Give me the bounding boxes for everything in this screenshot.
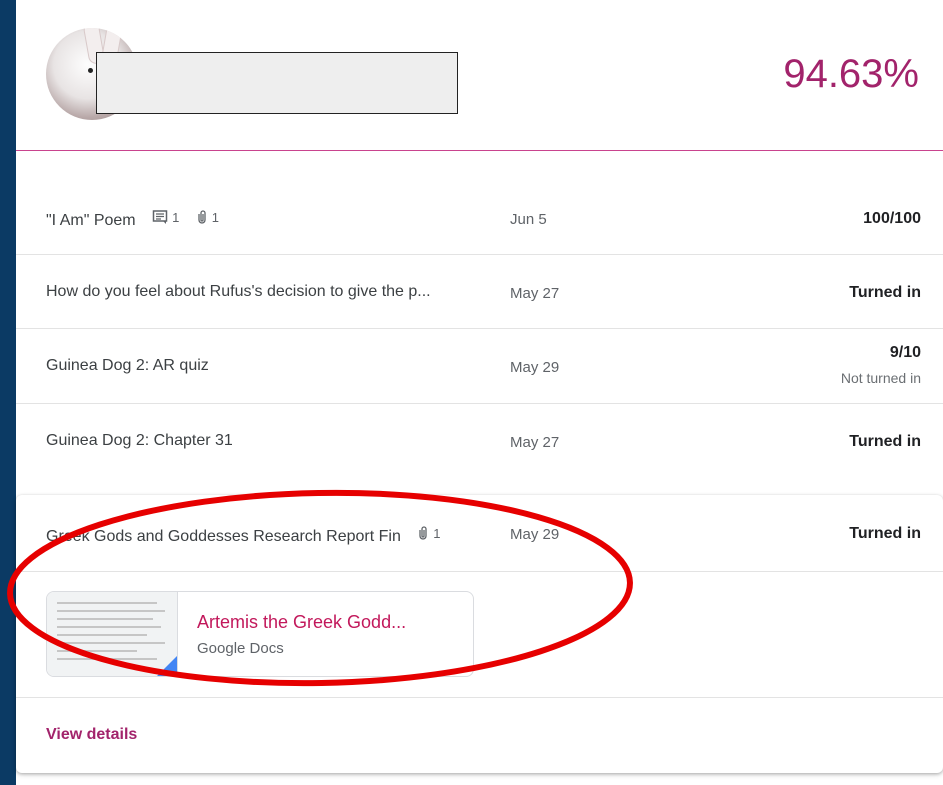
attachment-count-value: 1 (433, 525, 441, 541)
document-thumbnail (47, 592, 178, 676)
comment-count: 1 (152, 209, 179, 225)
assignment-date: Jun 5 (510, 211, 547, 228)
attachment-card[interactable]: Artemis the Greek Godd... Google Docs (46, 591, 474, 677)
assignment-status: 100/100 (863, 210, 921, 227)
overall-grade: 94.63% (783, 52, 919, 96)
assignment-status: Turned in (849, 433, 921, 450)
expanded-title-wrap: Greek Gods and Goddesses Research Report… (46, 525, 441, 546)
expanded-assignment-status: Turned in (849, 525, 921, 542)
assignment-row[interactable]: How do you feel about Rufus's decision t… (16, 255, 943, 329)
paperclip-icon (198, 210, 206, 224)
assignment-substatus: Not turned in (840, 370, 921, 386)
expanded-assignment-title: Greek Gods and Goddesses Research Report… (46, 528, 401, 545)
assignment-date: May 27 (510, 434, 560, 451)
attachment-type: Google Docs (197, 640, 284, 657)
expanded-assignment-header[interactable]: Greek Gods and Goddesses Research Report… (16, 495, 943, 572)
card-divider (16, 697, 943, 698)
name-redaction-box (96, 52, 458, 114)
assignment-row[interactable]: "I Am" Poem 1 1 Jun 5 100/100 (16, 181, 943, 255)
expanded-assignment-date: May 29 (510, 526, 560, 543)
view-details-link[interactable]: View details (46, 726, 137, 744)
assignment-row[interactable]: Guinea Dog 2: AR quiz May 29 9/10 Not tu… (16, 329, 943, 404)
assignment-title: Guinea Dog 2: Chapter 31 (46, 432, 233, 449)
attachment-count-value: 1 (211, 209, 219, 225)
assignment-title: Guinea Dog 2: AR quiz (46, 357, 209, 374)
google-docs-corner-icon (155, 656, 177, 676)
paperclip-icon (419, 526, 427, 540)
assignment-date: May 29 (510, 359, 560, 376)
assignment-row[interactable]: Guinea Dog 2: Chapter 31 May 27 Turned i… (16, 404, 943, 478)
assignment-score: 9/10 (889, 344, 921, 361)
assignment-date: May 27 (510, 285, 560, 302)
assignment-status: Turned in (849, 284, 921, 301)
comment-icon (152, 210, 168, 224)
attachment-count: 1 (417, 525, 441, 541)
assignment-title: How do you feel about Rufus's decision t… (46, 283, 431, 300)
attachment-count: 1 (196, 209, 219, 225)
attachment-title: Artemis the Greek Godd... (197, 612, 407, 632)
expanded-assignment-card: Greek Gods and Goddesses Research Report… (16, 495, 943, 773)
comment-count-value: 1 (172, 209, 180, 225)
assignment-title-wrap: "I Am" Poem 1 1 (46, 209, 219, 230)
header-divider (16, 150, 943, 151)
grades-panel: 94.63% "I Am" Poem 1 1 Jun 5 100/100 How… (16, 0, 943, 785)
assignment-title: "I Am" Poem (46, 212, 136, 229)
